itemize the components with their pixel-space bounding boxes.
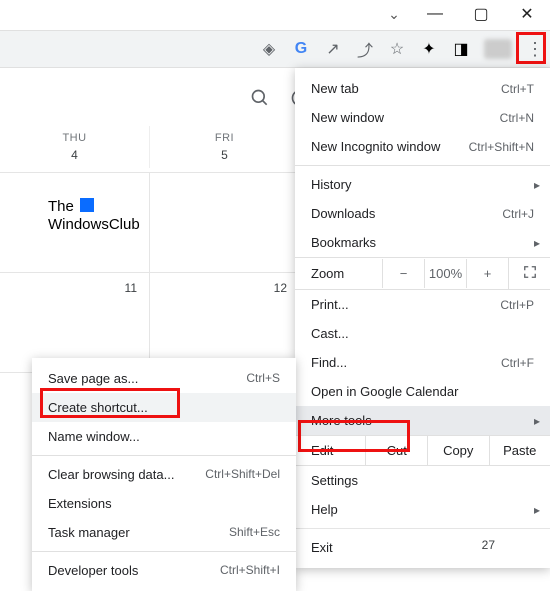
submenu-extensions[interactable]: Extensions [32,489,296,518]
menu-downloads[interactable]: DownloadsCtrl+J [295,199,550,228]
menu-cast[interactable]: Cast... [295,319,550,348]
menu-help[interactable]: Help [295,495,550,524]
logo-line1: The [48,198,74,215]
grid-line [300,528,550,529]
menu-new-incognito[interactable]: New Incognito windowCtrl+Shift+N [295,132,550,161]
menu-zoom-row: Zoom − 100% + [295,257,550,290]
menu-more-tools[interactable]: More tools [295,406,550,435]
browser-toolbar: ◈ G ↗ ⤴ ☆ ✦ ◨ ⋮ [0,30,550,68]
edit-copy[interactable]: Copy [427,436,489,465]
zoom-value: 100% [424,259,466,288]
bookmark-star-icon[interactable]: ☆ [388,40,406,58]
open-external-icon[interactable]: ↗ [324,40,342,58]
extensions-puzzle-icon[interactable]: ✦ [420,40,438,58]
menu-new-window[interactable]: New windowCtrl+N [295,103,550,132]
menu-print[interactable]: Print...Ctrl+P [295,290,550,319]
minimize-button[interactable]: — [412,5,458,23]
menu-bookmarks[interactable]: Bookmarks [295,228,550,257]
calendar-cell[interactable] [150,173,300,272]
submenu-separator [32,455,296,456]
submenu-name-window[interactable]: Name window... [32,422,296,451]
zoom-out-button[interactable]: − [382,259,424,288]
menu-settings[interactable]: Settings [295,466,550,495]
share-icon[interactable]: ⤴ [356,40,374,58]
profile-avatar[interactable] [484,39,512,59]
menu-edit-row: Edit Cut Copy Paste [295,435,550,466]
dow-label: FRI [150,132,299,144]
fullscreen-icon[interactable] [508,258,550,289]
edit-cut[interactable]: Cut [365,436,427,465]
submenu-separator [32,551,296,552]
chrome-main-menu: New tabCtrl+T New windowCtrl+N New Incog… [295,68,550,568]
more-tools-submenu: Save page as...Ctrl+S Create shortcut...… [32,358,296,591]
submenu-create-shortcut[interactable]: Create shortcut... [32,393,296,422]
logo-square-icon [80,198,94,212]
dow-label: THU [0,132,149,144]
day-header-fri: FRI 5 [150,126,300,168]
menu-open-in-calendar[interactable]: Open in Google Calendar [295,377,550,406]
edit-paste[interactable]: Paste [489,436,550,465]
menu-new-tab[interactable]: New tabCtrl+T [295,74,550,103]
submenu-task-manager[interactable]: Task managerShift+Esc [32,518,296,547]
submenu-dev-tools[interactable]: Developer toolsCtrl+Shift+I [32,556,296,585]
edit-label: Edit [295,436,365,465]
calendar-day-27[interactable]: 27 [482,538,495,552]
calendar-day-headers: THU 4 FRI 5 [0,126,300,168]
menu-exit[interactable]: Exit [295,533,550,562]
day-header-thu: THU 4 [0,126,150,168]
zoom-label: Zoom [295,259,382,288]
side-panel-icon[interactable]: ◨ [452,40,470,58]
menu-find[interactable]: Find...Ctrl+F [295,348,550,377]
logo-line2: WindowsClub [48,216,140,233]
watermark-logo: The WindowsClub [48,198,140,234]
google-icon[interactable]: G [292,40,310,58]
eye-icon[interactable]: ◈ [260,40,278,58]
tab-chevron-icon[interactable]: ⌄ [376,6,412,23]
kebab-menu-icon[interactable]: ⋮ [526,40,544,58]
maximize-button[interactable]: ▢ [458,4,504,24]
submenu-save-page[interactable]: Save page as...Ctrl+S [32,364,296,393]
close-button[interactable]: ✕ [504,4,550,24]
zoom-in-button[interactable]: + [466,259,508,288]
day-number[interactable]: 5 [150,148,299,162]
submenu-clear-data[interactable]: Clear browsing data...Ctrl+Shift+Del [32,460,296,489]
day-number[interactable]: 4 [0,148,149,162]
window-controls: ⌄ — ▢ ✕ [376,0,550,28]
menu-history[interactable]: History [295,170,550,199]
menu-separator [295,165,550,166]
search-icon[interactable] [250,88,270,114]
